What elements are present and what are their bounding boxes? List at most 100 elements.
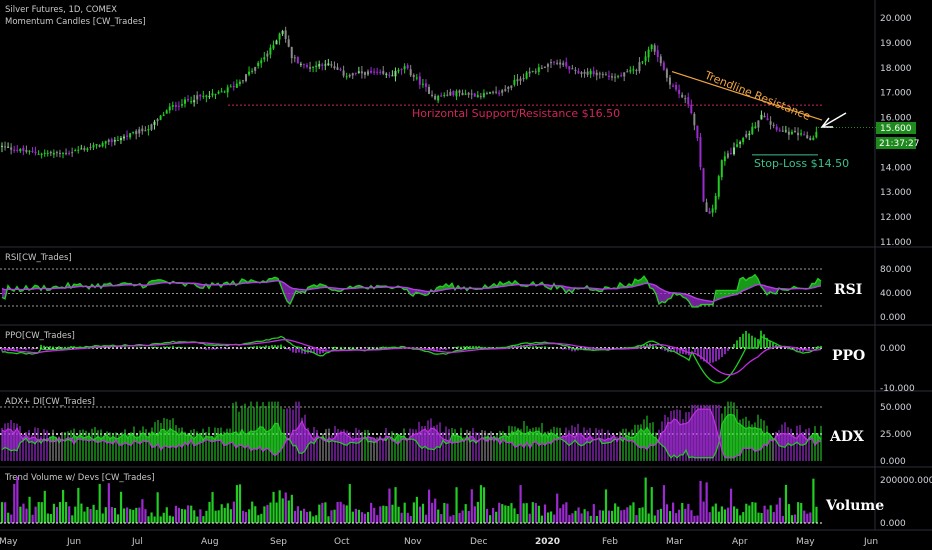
candle-body: [421, 83, 424, 85]
candle-body: [202, 95, 205, 97]
candle-body: [455, 91, 458, 97]
adx-di-fill: [695, 409, 698, 458]
adx-bar: [91, 428, 93, 461]
candle-body: [333, 66, 336, 69]
adx-bar: [115, 432, 117, 461]
volume-bar: [293, 510, 296, 523]
price-pane[interactable]: [1, 26, 876, 217]
volume-bar: [711, 506, 714, 523]
candle-body: [513, 79, 516, 85]
indicator-name: Momentum Candles [CW_Trades]: [5, 17, 146, 27]
adx-bar: [466, 429, 468, 461]
adx-bar: [658, 429, 660, 461]
month-label: Aug: [201, 537, 219, 547]
price-tick: 20.000: [880, 14, 912, 24]
volume-bar: [394, 487, 397, 523]
candle-body: [245, 74, 247, 82]
candle-body: [458, 90, 461, 93]
candle-body: [376, 71, 379, 73]
volume-bar: [31, 514, 34, 523]
volume-bar: [720, 506, 723, 523]
candle-body: [309, 67, 312, 69]
candle-body: [534, 71, 537, 73]
candle-body: [434, 95, 437, 100]
volume-bar: [641, 507, 644, 523]
candle-body: [736, 144, 739, 147]
ppo-tick-0: 0.000: [880, 344, 906, 354]
candle-body: [55, 152, 58, 154]
adx-pane[interactable]: [0, 401, 822, 461]
chart-canvas[interactable]: Silver Futures, 1D, COMEX Momentum Candl…: [0, 0, 932, 550]
ppo-histogram-bar: [442, 348, 444, 350]
ppo-histogram-bar: [709, 348, 711, 364]
rsi-tick-40: 40.000: [880, 289, 912, 299]
ppo-histogram-bar: [49, 346, 51, 348]
candle-body: [464, 93, 467, 95]
adx-bar: [142, 426, 144, 461]
ppo-histogram-bar: [538, 346, 540, 348]
ppo-histogram-bar: [541, 346, 543, 348]
candle-body: [220, 91, 223, 93]
volume-bar: [742, 512, 745, 523]
candle-body: [510, 85, 513, 88]
adx-bar: [244, 403, 246, 461]
candle-body: [775, 126, 778, 130]
volume-bar: [708, 512, 711, 523]
volume-bar: [187, 505, 190, 523]
ppo-histogram-bar: [343, 347, 345, 348]
candle-body: [580, 72, 583, 75]
adx-bar: [364, 430, 366, 461]
volume-bar: [34, 506, 37, 523]
candle-body: [543, 66, 546, 68]
volume-bar: [68, 506, 71, 523]
candle-body: [772, 124, 775, 126]
ppo-pane[interactable]: [0, 330, 822, 384]
candle-body: [373, 71, 376, 73]
ppo-histogram-bar: [271, 345, 273, 348]
candle-body: [235, 83, 238, 88]
ppo-histogram-bar: [469, 346, 471, 348]
adx-bar: [388, 438, 390, 461]
volume-bar: [629, 505, 632, 523]
candle-body: [620, 75, 623, 77]
volume-bar: [159, 516, 162, 523]
candle-body: [812, 137, 815, 140]
candle-body: [742, 138, 745, 143]
volume-pane[interactable]: [0, 476, 822, 524]
adx-bar: [604, 434, 606, 461]
volume-bar: [803, 510, 806, 523]
candle-body: [525, 72, 528, 79]
volume-bar: [601, 510, 605, 523]
candle-body: [708, 211, 711, 214]
trendline-label: Trendline Resistance: [702, 68, 813, 123]
volume-bar: [681, 502, 684, 523]
rsi-pane[interactable]: [0, 268, 822, 308]
volume-bar: [107, 483, 110, 523]
ppo-histogram-bar: [568, 348, 570, 350]
ppo-histogram-bar: [532, 346, 534, 348]
volume-bar: [144, 509, 147, 523]
candle-body: [299, 63, 302, 65]
ppo-histogram-bar: [295, 348, 297, 353]
candle-body: [324, 64, 327, 66]
adx-bar: [472, 427, 474, 461]
volume-bar: [98, 483, 101, 523]
ppo-histogram-bar: [265, 345, 267, 348]
volume-bar: [470, 489, 473, 523]
month-label: Sep: [270, 537, 287, 547]
candle-body: [598, 73, 601, 75]
ppo-histogram-bar: [277, 345, 279, 348]
candle-body: [248, 71, 251, 75]
adx-bar: [61, 432, 63, 461]
volume-bar: [58, 502, 62, 523]
time-axis[interactable]: May Jun Jul Aug Sep Oct Nov Dec 2020 Feb Mar Apr May…: [0, 537, 878, 547]
candle-body: [89, 146, 92, 148]
candle-body: [656, 50, 659, 58]
volume-bar: [443, 502, 446, 523]
volume-bar: [150, 512, 153, 523]
volume-bar: [464, 504, 467, 523]
adx-di-fill: [725, 414, 728, 458]
candle-body: [769, 121, 772, 125]
rsi-label: RSI: [834, 282, 862, 298]
ppo-histogram-bar: [169, 346, 171, 348]
